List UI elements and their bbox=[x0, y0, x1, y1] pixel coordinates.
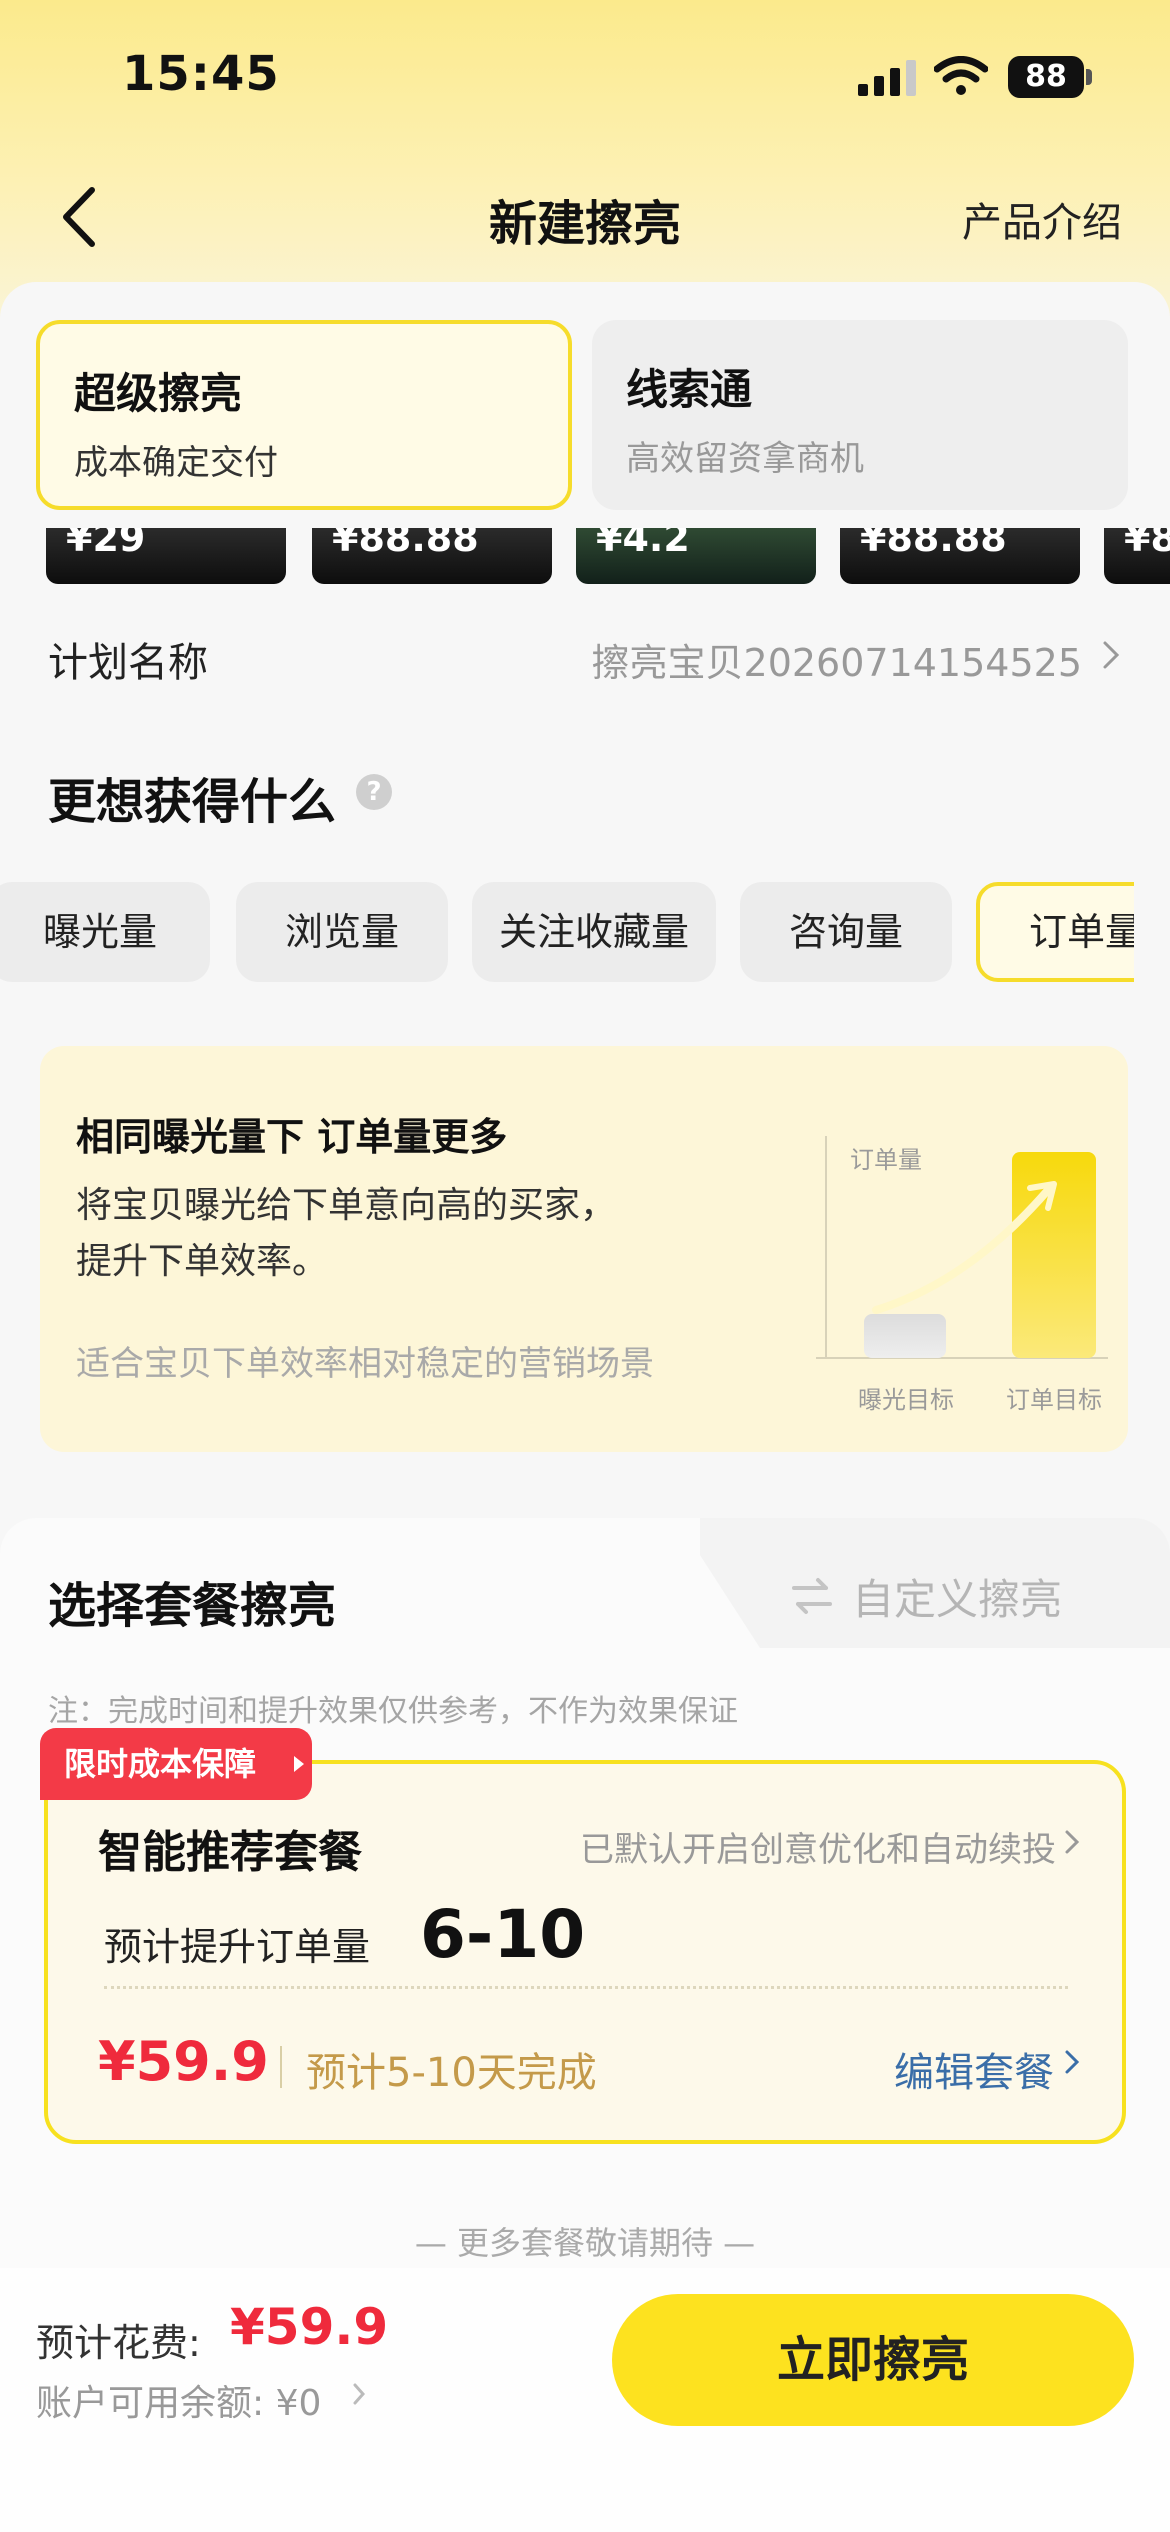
plan-name-label: 计划名称 bbox=[48, 640, 208, 686]
goal-info-heading: 相同曝光量下 订单量更多 bbox=[76, 1115, 508, 1159]
caret-right-icon bbox=[294, 1756, 304, 1772]
status-bar: 15:45 88 bbox=[0, 0, 1170, 150]
chevron-right-icon bbox=[353, 2383, 366, 2405]
plan-name-row[interactable]: 计划名称 擦亮宝贝20260714154525 bbox=[48, 626, 1122, 686]
cellular-signal-icon bbox=[858, 60, 916, 96]
cost-label: 预计花费: bbox=[36, 2321, 201, 2365]
product-thumbnail[interactable]: ¥8 bbox=[1104, 528, 1170, 584]
help-icon[interactable]: ? bbox=[356, 774, 392, 810]
goal-option-inquiries[interactable]: 咨询量 bbox=[740, 882, 952, 982]
goal-info-scene: 适合宝贝下单效率相对稳定的营销场景 bbox=[76, 1344, 654, 1384]
product-thumbnail[interactable]: ¥29 bbox=[46, 528, 286, 584]
product-thumbnail[interactable]: ¥4.2 bbox=[576, 528, 816, 584]
battery-level: 88 bbox=[1008, 56, 1084, 98]
product-thumbnail[interactable]: ¥88.88 bbox=[312, 528, 552, 584]
estimate-value: 6-10 bbox=[420, 1896, 586, 1973]
goal-option-orders[interactable]: 订单量 bbox=[976, 882, 1134, 982]
polish-now-button[interactable]: 立即擦亮 bbox=[612, 2294, 1134, 2426]
more-packages-hint: — 更多套餐敬请期待 — bbox=[414, 2224, 756, 2262]
chart-y-label: 订单量 bbox=[850, 1147, 922, 1174]
goal-option-views[interactable]: 浏览量 bbox=[236, 882, 448, 982]
chevron-right-icon bbox=[1065, 2050, 1080, 2074]
package-price: ¥59.9 bbox=[98, 2030, 269, 2093]
chevron-right-icon bbox=[1103, 641, 1120, 669]
tab-title: 线索通 bbox=[626, 365, 753, 414]
custom-polish-tab[interactable]: 自定义擦亮 bbox=[790, 1566, 1110, 1626]
divider bbox=[104, 1986, 1068, 1989]
thumbnail-price: ¥8 bbox=[1124, 528, 1170, 560]
package-tab-title[interactable]: 选择套餐擦亮 bbox=[48, 1566, 336, 1636]
goal-info-desc-line2: 提升下单效率。 bbox=[76, 1241, 329, 1282]
smart-package-card[interactable]: 智能推荐套餐 已默认开启创意优化和自动续投 预计提升订单量 6-10 ¥59.9… bbox=[44, 1760, 1126, 2144]
goal-info-desc-line1: 将宝贝曝光给下单意向高的买家， bbox=[76, 1185, 617, 1226]
thumbnail-price: ¥88.88 bbox=[332, 528, 479, 560]
edit-package-link[interactable]: 编辑套餐 bbox=[894, 2040, 1054, 2098]
bottom-bar: 预计花费: ¥59.9 账户可用余额: ¥0 立即擦亮 bbox=[0, 2268, 1170, 2532]
tab-subtitle: 高效留资拿商机 bbox=[626, 439, 864, 479]
product-intro-link[interactable]: 产品介绍 bbox=[962, 190, 1122, 248]
tab-subtitle: 成本确定交付 bbox=[74, 443, 278, 483]
product-thumbnail[interactable]: ¥88.88 bbox=[840, 528, 1080, 584]
estimate-label: 预计提升订单量 bbox=[104, 1925, 371, 1969]
chart-right-label: 订单目标 bbox=[1006, 1387, 1102, 1414]
battery-icon: 88 bbox=[1008, 56, 1092, 98]
package-name: 智能推荐套餐 bbox=[98, 1827, 362, 1878]
plan-name-value: 擦亮宝贝20260714154525 bbox=[591, 641, 1082, 685]
tab-super-polish[interactable]: 超级擦亮 成本确定交付 bbox=[36, 320, 572, 510]
nav-bar: 新建擦亮 产品介绍 bbox=[0, 160, 1170, 270]
tab-lead-generation[interactable]: 线索通 高效留资拿商机 bbox=[592, 320, 1128, 510]
account-balance[interactable]: 账户可用余额: ¥0 bbox=[36, 2374, 321, 2426]
thumbnail-price: ¥88.88 bbox=[860, 528, 1007, 560]
goal-option-follows[interactable]: 关注收藏量 bbox=[472, 882, 716, 982]
divider bbox=[280, 2046, 282, 2088]
goal-section-title: 更想获得什么 bbox=[48, 774, 337, 830]
cost-value: ¥59.9 bbox=[230, 2298, 389, 2356]
package-note: 注：完成时间和提升效果仅供参考，不作为效果保证 bbox=[48, 1694, 738, 1729]
chart-left-label: 曝光目标 bbox=[858, 1387, 954, 1414]
thumbnail-price: ¥29 bbox=[66, 528, 146, 560]
status-time: 15:45 bbox=[122, 46, 280, 102]
goal-info-card: 相同曝光量下 订单量更多 将宝贝曝光给下单意向高的买家， 提升下单效率。 适合宝… bbox=[40, 1046, 1128, 1452]
chevron-right-icon bbox=[1065, 1830, 1080, 1854]
wifi-icon bbox=[934, 56, 988, 95]
goal-options: 曝光量 浏览量 关注收藏量 咨询量 订单量 bbox=[0, 882, 1134, 986]
tab-title: 超级擦亮 bbox=[74, 369, 243, 418]
swap-arrows-icon bbox=[792, 1578, 832, 1614]
goal-option-exposure[interactable]: 曝光量 bbox=[0, 882, 210, 982]
goal-illustration-chart: 订单量 曝光目标 订单目标 bbox=[816, 1136, 1108, 1414]
thumbnail-price: ¥4.2 bbox=[596, 528, 690, 560]
custom-polish-label: 自定义擦亮 bbox=[852, 1575, 1063, 1624]
exposure-bar bbox=[864, 1314, 946, 1358]
product-thumbnail-strip: ¥29 ¥88.88 ¥4.2 ¥88.88 ¥8 bbox=[0, 528, 1170, 584]
package-duration: 预计5-10天完成 bbox=[306, 2050, 597, 2096]
package-auto-settings[interactable]: 已默认开启创意优化和自动续投 bbox=[580, 1822, 1056, 1871]
cost-guarantee-badge: 限时成本保障 bbox=[40, 1728, 313, 1800]
